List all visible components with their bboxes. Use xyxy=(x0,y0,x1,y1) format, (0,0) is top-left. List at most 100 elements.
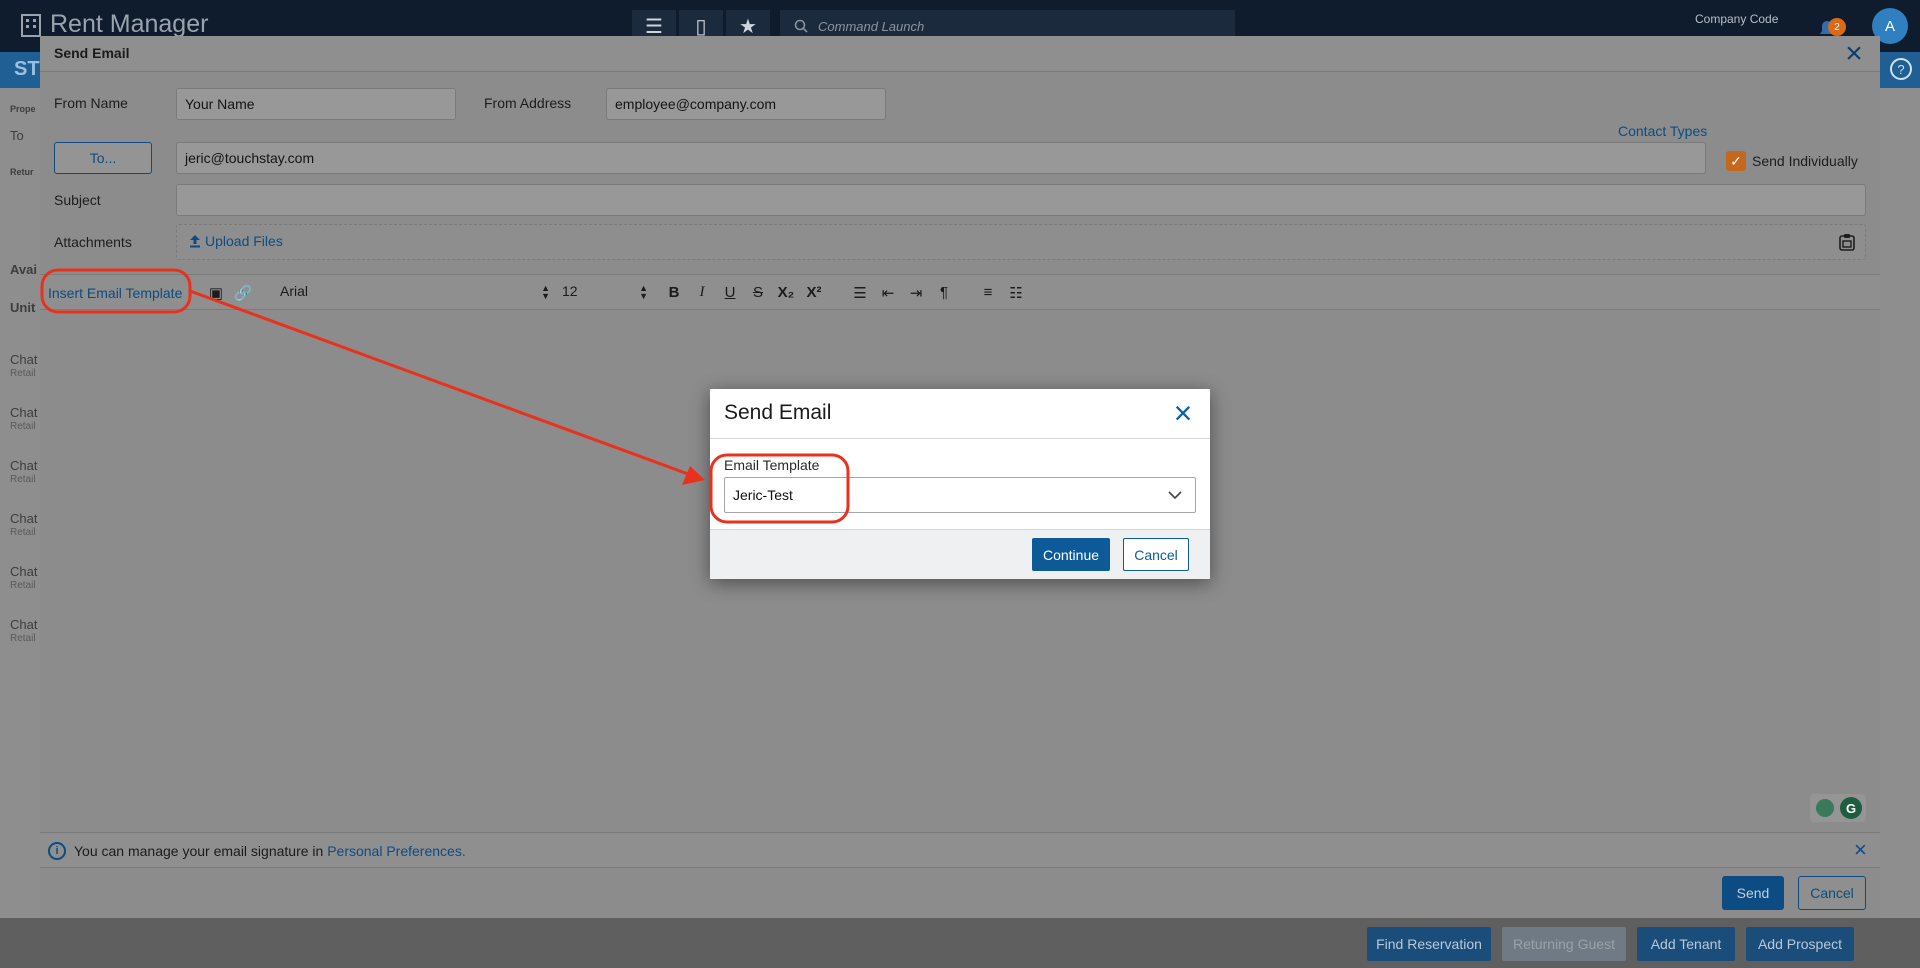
signature-notice-text: You can manage your email signature in xyxy=(74,843,328,859)
subject-label: Subject xyxy=(54,192,101,208)
bg-row-sub: Retail xyxy=(10,474,36,485)
ordered-list-icon[interactable]: ≡ xyxy=(978,284,998,301)
email-template-modal: Send Email × Email Template Jeric-Test C… xyxy=(710,389,1210,579)
font-size-value: 12 xyxy=(562,283,578,299)
continue-button[interactable]: Continue xyxy=(1032,538,1110,571)
document-icon: ▯ xyxy=(695,15,707,38)
add-tenant-button[interactable]: Add Tenant xyxy=(1637,927,1735,961)
from-address-field[interactable]: employee@company.com xyxy=(606,88,886,120)
company-code-label[interactable]: Company Code xyxy=(1695,12,1778,26)
underline-icon[interactable]: U xyxy=(720,284,740,301)
cancel-button[interactable]: Cancel xyxy=(1123,538,1189,571)
bottom-bar xyxy=(0,918,1920,968)
find-reservation-button[interactable]: Find Reservation xyxy=(1367,927,1491,961)
help-icon[interactable]: ? xyxy=(1890,58,1912,80)
send-individually-label: Send Individually xyxy=(1752,153,1858,169)
clipboard-icon[interactable] xyxy=(1837,232,1857,252)
personal-preferences-link[interactable]: Personal Preferences. xyxy=(327,843,466,859)
building-icon xyxy=(21,13,41,37)
notification-badge: 2 xyxy=(1828,18,1846,36)
updown-icon: ▲ ▼ xyxy=(639,283,648,301)
from-name-field[interactable]: Your Name xyxy=(176,88,456,120)
grammarly-widget[interactable]: G xyxy=(1810,794,1866,822)
close-icon[interactable]: × xyxy=(1840,39,1868,69)
bg-row-title: Chat xyxy=(10,564,38,579)
email-template-value: Jeric-Test xyxy=(733,487,793,503)
grammarly-icon: G xyxy=(1840,797,1862,819)
bold-icon[interactable]: B xyxy=(664,284,684,301)
modal-footer: Continue Cancel xyxy=(710,529,1210,579)
returning-guest-button[interactable]: Returning Guest xyxy=(1502,927,1626,961)
bg-row-sub: Retail xyxy=(10,421,36,432)
from-address-label: From Address xyxy=(484,95,572,111)
strikethrough-icon[interactable]: S xyxy=(748,284,768,301)
image-icon[interactable]: ▣ xyxy=(206,284,226,302)
bg-label: Prope xyxy=(10,104,36,114)
app-logo[interactable]: Rent Manager xyxy=(18,10,208,39)
chevron-down-icon xyxy=(1168,491,1182,500)
command-launch-placeholder: Command Launch xyxy=(818,18,925,34)
upload-files-label: Upload Files xyxy=(205,233,283,249)
bg-row-sub: Retail xyxy=(10,633,36,644)
font-family-select[interactable]: Arial ▲ ▼ xyxy=(280,283,550,303)
dialog-title: Send Email xyxy=(54,45,130,61)
bg-label: To xyxy=(10,128,24,143)
attachments-dropzone[interactable]: Upload Files xyxy=(176,224,1866,260)
signature-notice: You can manage your email signature in P… xyxy=(74,843,466,859)
upload-files-link[interactable]: Upload Files xyxy=(189,233,283,249)
bg-label: Unit xyxy=(10,300,36,315)
background-left-panel: Prope To Retur Avai Unit Chat Retail Cha… xyxy=(0,88,40,918)
bg-row-sub: Retail xyxy=(10,368,36,379)
link-icon[interactable]: 🔗 xyxy=(233,284,253,302)
bg-row-title: Chat xyxy=(10,405,38,420)
send-individually-checkbox[interactable]: ✓ xyxy=(1726,151,1746,171)
bg-label: Retur xyxy=(10,167,34,177)
bg-row-sub: Retail xyxy=(10,580,36,591)
cancel-button[interactable]: Cancel xyxy=(1798,876,1866,910)
attachments-label: Attachments xyxy=(54,234,132,250)
hamburger-icon: ☰ xyxy=(645,15,663,38)
to-field[interactable]: jeric@touchstay.com xyxy=(176,142,1706,174)
updown-icon: ▲ ▼ xyxy=(541,283,550,301)
font-size-select[interactable]: 12 ▲ ▼ xyxy=(562,283,648,303)
bg-row-title: Chat xyxy=(10,458,38,473)
bg-row-title: Chat xyxy=(10,617,38,632)
search-icon xyxy=(794,19,808,33)
info-icon: i xyxy=(48,842,66,860)
send-button[interactable]: Send xyxy=(1722,876,1784,910)
close-icon[interactable]: × xyxy=(1168,395,1198,431)
subscript-icon[interactable]: X₂ xyxy=(776,284,796,301)
paragraph-direction-icon[interactable]: ¶ xyxy=(934,284,954,301)
italic-icon[interactable]: I xyxy=(692,284,712,301)
subbar-text: ST xyxy=(14,58,40,80)
modal-header: Send Email × xyxy=(710,389,1210,439)
email-template-select[interactable]: Jeric-Test xyxy=(724,477,1196,513)
editor-toolbar: Insert Email Template ▣ 🔗 Arial ▲ ▼ 12 ▲ ▼… xyxy=(40,274,1880,310)
bg-row-title: Chat xyxy=(10,352,38,367)
indent-icon[interactable]: ⇥ xyxy=(906,284,926,302)
outdent-icon[interactable]: ⇤ xyxy=(878,284,898,302)
bg-label: Avai xyxy=(10,262,37,277)
from-name-label: From Name xyxy=(54,95,128,111)
background-right-panel xyxy=(1880,88,1920,918)
email-template-label: Email Template xyxy=(724,457,820,473)
app-logo-text: Rent Manager xyxy=(50,10,209,38)
unordered-list-icon[interactable]: ☷ xyxy=(1006,284,1026,302)
bg-row-sub: Retail xyxy=(10,527,36,538)
subject-field[interactable] xyxy=(176,184,1866,216)
modal-title: Send Email xyxy=(724,401,832,424)
signature-notice-bar: i You can manage your email signature in… xyxy=(40,832,1880,868)
close-icon[interactable]: × xyxy=(1854,837,1867,863)
font-family-value: Arial xyxy=(280,283,309,299)
superscript-icon[interactable]: X² xyxy=(804,284,824,301)
lightbulb-icon xyxy=(1816,799,1834,817)
star-icon: ★ xyxy=(739,15,757,38)
insert-email-template-link[interactable]: Insert Email Template xyxy=(48,285,182,301)
add-prospect-button[interactable]: Add Prospect xyxy=(1746,927,1854,961)
upload-icon xyxy=(190,235,200,248)
bg-row-title: Chat xyxy=(10,511,38,526)
align-left-icon[interactable]: ☰ xyxy=(850,284,870,302)
dialog-header: Send Email × xyxy=(40,36,1880,72)
contact-types-link[interactable]: Contact Types xyxy=(1618,123,1707,139)
to-button[interactable]: To... xyxy=(54,142,152,174)
